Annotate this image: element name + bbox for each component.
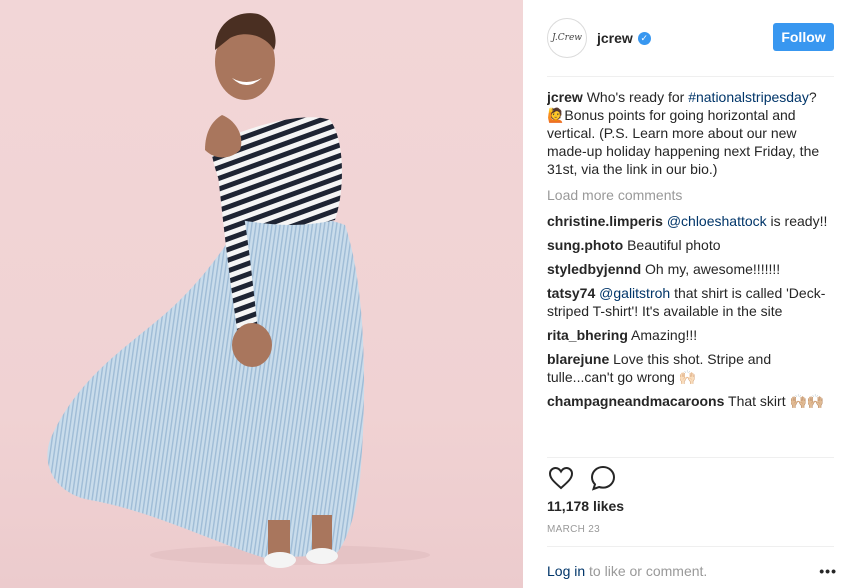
more-options-icon[interactable]: ••• <box>819 563 837 579</box>
username-link[interactable]: jcrew <box>597 30 633 46</box>
comment-username[interactable]: rita_bhering <box>547 327 628 343</box>
comment-item: sung.photo Beautiful photo <box>547 236 837 254</box>
photo-illustration <box>47 13 430 568</box>
comment-text: That skirt 🙌🏼🙌🏼 <box>728 393 825 409</box>
footer-divider <box>547 546 834 547</box>
comment-username[interactable]: champagneandmacaroons <box>547 393 724 409</box>
comment-mention[interactable]: @chloeshattock <box>667 213 767 229</box>
comment-username[interactable]: tatsy74 <box>547 285 595 301</box>
login-footer: Log in to like or comment. ••• <box>547 563 837 579</box>
comment-item: styledbyjennd Oh my, awesome!!!!!!! <box>547 260 837 278</box>
post-side-panel: J.Crew jcrew ✓ Follow jcrew Who's ready … <box>523 0 855 588</box>
likes-count[interactable]: 11,178 likes <box>547 498 624 514</box>
comments-divider <box>547 457 834 458</box>
comment-icon[interactable] <box>589 464 617 492</box>
comment-username[interactable]: blarejune <box>547 351 609 367</box>
avatar[interactable]: J.Crew <box>547 18 587 58</box>
comment-username[interactable]: sung.photo <box>547 237 623 253</box>
comment-item: champagneandmacaroons That skirt 🙌🏼🙌🏼 <box>547 392 837 410</box>
header-divider <box>547 76 834 77</box>
load-more-comments-button[interactable]: Load more comments <box>547 186 837 204</box>
heart-icon[interactable] <box>547 464 575 492</box>
comment-text: Oh my, awesome!!!!!!! <box>645 261 781 277</box>
comment-mention[interactable]: @galitstroh <box>599 285 670 301</box>
follow-button[interactable]: Follow <box>773 23 834 51</box>
comment-text: Beautiful photo <box>627 237 721 253</box>
post-photo[interactable] <box>0 0 523 588</box>
comment-item: blarejune Love this shot. Stripe and tul… <box>547 350 837 386</box>
comment-username[interactable]: styledbyjennd <box>547 261 641 277</box>
login-prompt-text: to like or comment. <box>585 563 708 579</box>
comment-item: tatsy74 @galitstroh that shirt is called… <box>547 284 837 320</box>
comment-item: christine.limperis @chloeshattock is rea… <box>547 212 837 230</box>
comment-username[interactable]: christine.limperis <box>547 213 663 229</box>
caption-text-before: Who's ready for <box>586 89 689 105</box>
login-link[interactable]: Log in <box>547 563 585 579</box>
post-header: J.Crew jcrew ✓ Follow <box>547 16 834 60</box>
comment-text: is ready!! <box>766 213 828 229</box>
post-actions <box>547 462 631 494</box>
post-date: MARCH 23 <box>547 524 600 535</box>
comments-list[interactable]: jcrew Who's ready for #nationalstripesda… <box>547 88 837 456</box>
comment-item: rita_bhering Amazing!!! <box>547 326 837 344</box>
comment-text: Amazing!!! <box>631 327 698 343</box>
post-caption: jcrew Who's ready for #nationalstripesda… <box>547 88 837 178</box>
caption-username[interactable]: jcrew <box>547 89 583 105</box>
avatar-text: J.Crew <box>552 33 582 43</box>
verified-badge-icon: ✓ <box>637 31 651 45</box>
caption-hashtag[interactable]: #nationalstripesday <box>688 89 809 105</box>
